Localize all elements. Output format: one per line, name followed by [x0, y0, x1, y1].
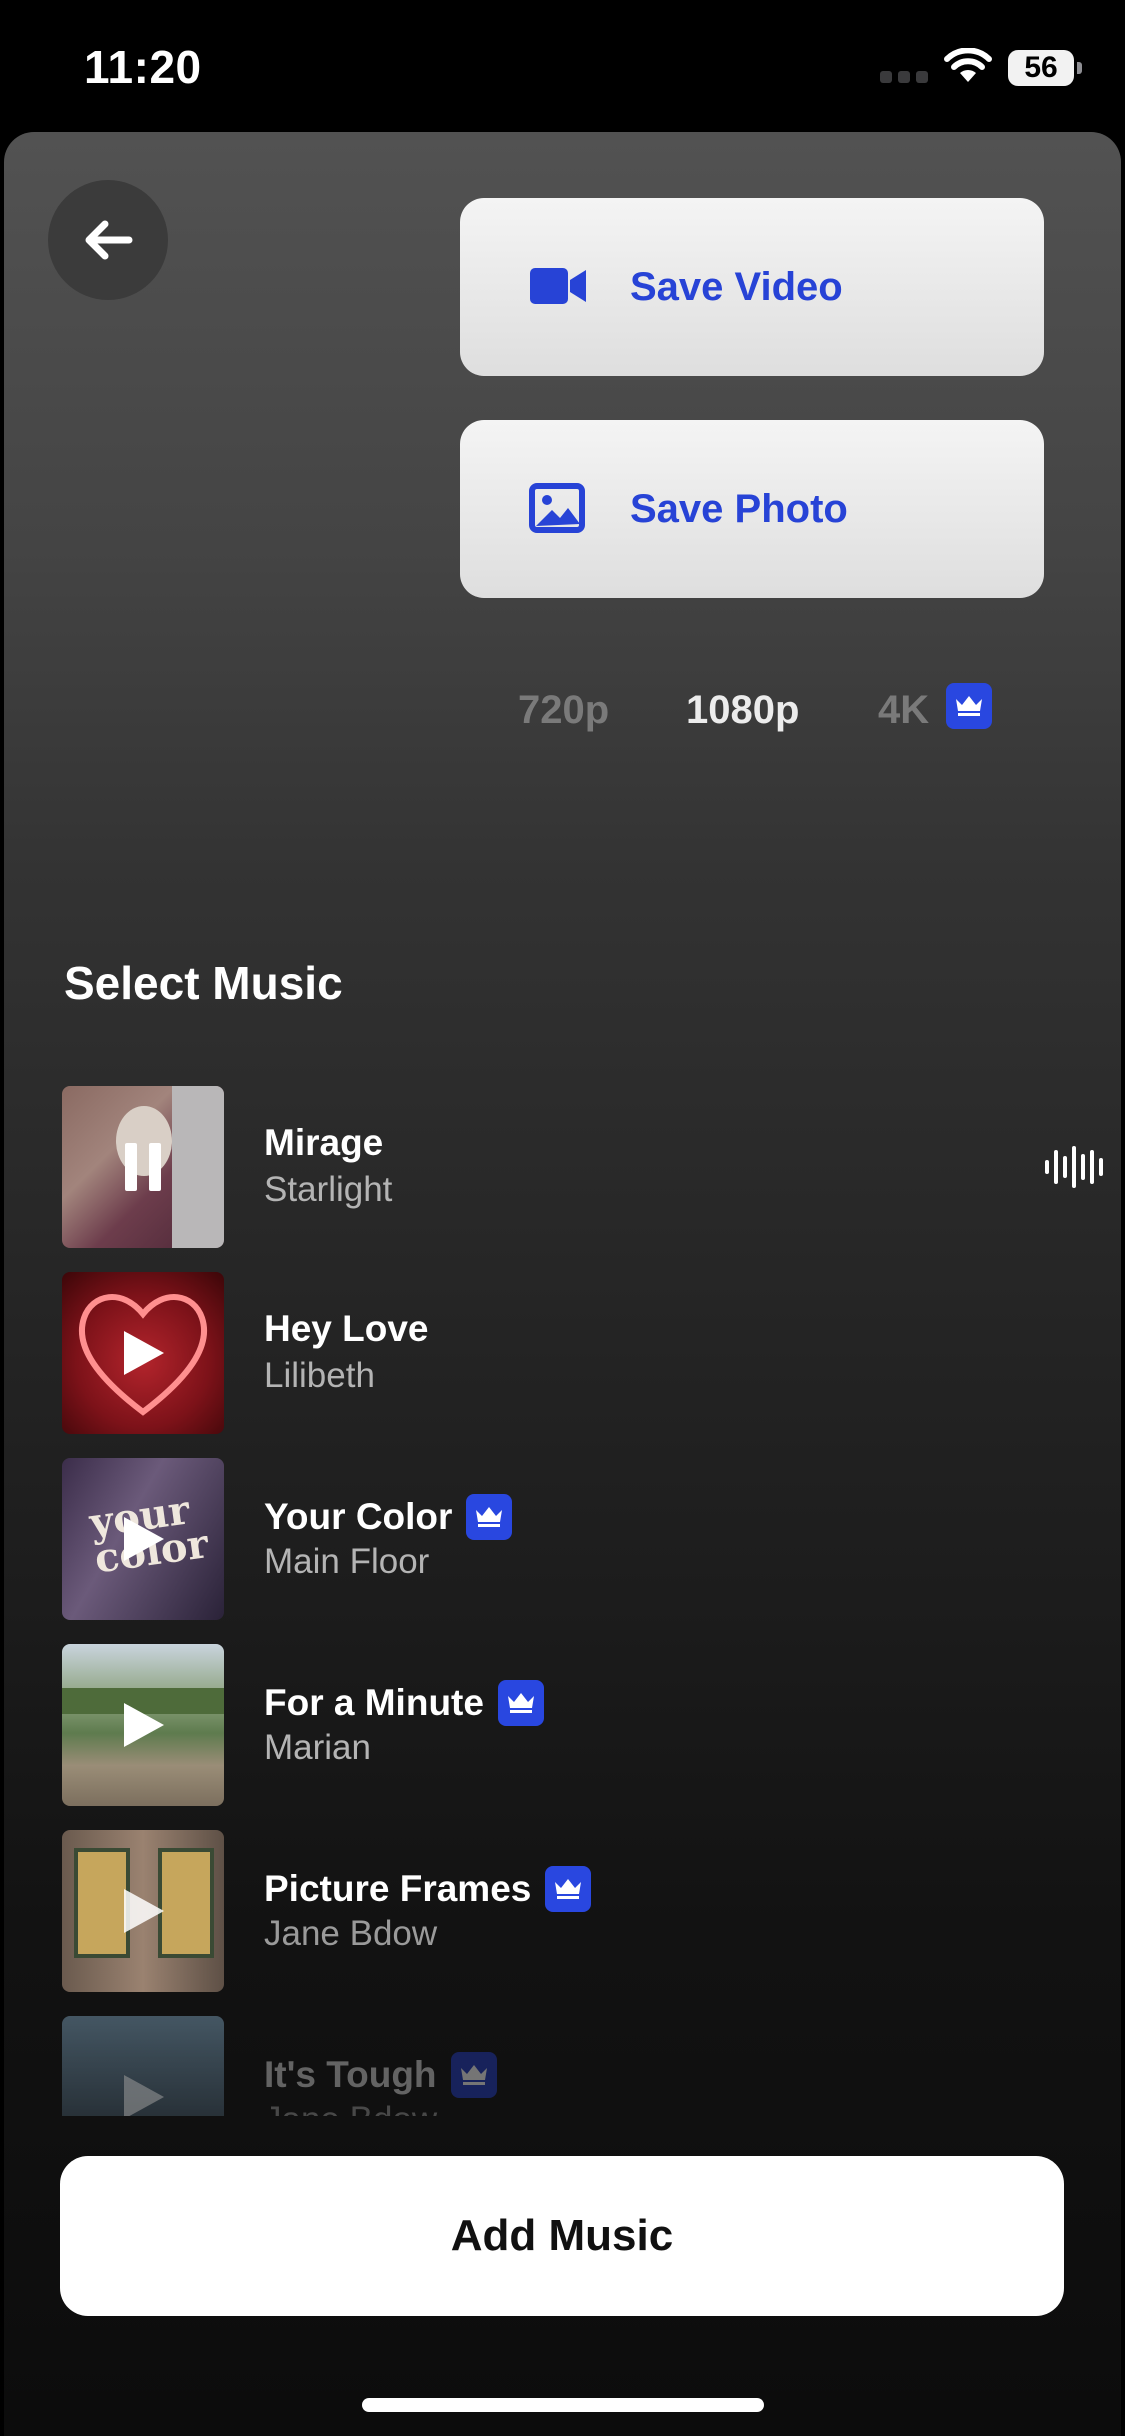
premium-crown-icon	[946, 683, 993, 729]
arrow-left-icon	[85, 220, 133, 260]
album-art: your color	[62, 1458, 224, 1620]
resolution-4k[interactable]: 4K	[878, 680, 993, 740]
video-camera-icon	[530, 268, 586, 304]
music-track-list: Mirage Starlight Hey Love Lilibeth your …	[4, 1086, 1121, 2116]
play-icon[interactable]	[62, 1644, 224, 1806]
track-title: Picture Frames	[264, 1866, 592, 1912]
play-icon[interactable]	[62, 1272, 224, 1434]
cellular-signal-icon	[880, 70, 934, 88]
album-art	[62, 1272, 224, 1434]
album-art	[62, 1830, 224, 1992]
select-music-heading: Select Music	[64, 957, 343, 1009]
save-photo-label: Save Photo	[630, 487, 848, 531]
track-title: It's Tough	[264, 2052, 497, 2098]
play-icon[interactable]	[62, 2016, 224, 2116]
play-icon[interactable]	[62, 1458, 224, 1620]
play-icon[interactable]	[62, 1830, 224, 1992]
track-row[interactable]: Hey Love Lilibeth	[62, 1272, 1062, 1434]
waveform-icon	[1045, 1146, 1103, 1188]
back-button[interactable]	[48, 180, 168, 300]
home-indicator[interactable]	[362, 2398, 764, 2412]
pause-icon[interactable]	[62, 1086, 224, 1248]
track-row[interactable]: Mirage Starlight	[62, 1086, 1103, 1248]
photo-icon	[529, 483, 585, 533]
premium-crown-icon	[466, 1494, 513, 1540]
resolution-1080p[interactable]: 1080p	[686, 680, 799, 740]
track-artist: Lilibeth	[264, 1356, 375, 1395]
track-title: Your Color	[264, 1494, 513, 1540]
save-video-button[interactable]: Save Video	[460, 198, 1044, 376]
premium-crown-icon	[545, 1866, 592, 1912]
track-artist: Marian	[264, 1728, 371, 1767]
export-sheet: Save Video Save Photo 720p 1080p 4K Sele…	[4, 132, 1121, 2436]
premium-crown-icon	[450, 2052, 497, 2098]
track-row[interactable]: For a Minute Marian	[62, 1644, 1062, 1806]
add-music-button[interactable]: Add Music	[60, 2156, 1064, 2316]
track-artist: Starlight	[264, 1170, 393, 1209]
status-bar: 11:20 56	[0, 0, 1125, 132]
premium-crown-icon	[497, 1680, 544, 1726]
track-artist: Jane Bdow	[264, 1914, 438, 1953]
album-art	[62, 1086, 224, 1248]
resolution-720p[interactable]: 720p	[518, 680, 609, 740]
track-row[interactable]: Picture Frames Jane Bdow	[62, 1830, 1062, 1992]
resolution-selector: 720p 1080p 4K	[4, 680, 1121, 740]
status-time: 11:20	[84, 41, 202, 93]
track-row[interactable]: It's Tough Jane Bdow	[62, 2016, 1062, 2116]
save-photo-button[interactable]: Save Photo	[460, 420, 1044, 598]
track-title: Hey Love	[264, 1308, 429, 1349]
battery-indicator: 56	[1008, 50, 1082, 86]
album-art	[62, 2016, 224, 2116]
resolution-4k-label: 4K	[878, 688, 930, 732]
track-row[interactable]: your color Your Color Main Floor	[62, 1458, 1062, 1620]
track-artist: Jane Bdow	[264, 2100, 437, 2116]
track-artist: Main Floor	[264, 1542, 430, 1581]
track-title: For a Minute	[264, 1680, 544, 1726]
track-title: Mirage	[264, 1122, 384, 1163]
wifi-icon	[944, 47, 992, 89]
save-video-label: Save Video	[630, 265, 843, 309]
album-art	[62, 1644, 224, 1806]
